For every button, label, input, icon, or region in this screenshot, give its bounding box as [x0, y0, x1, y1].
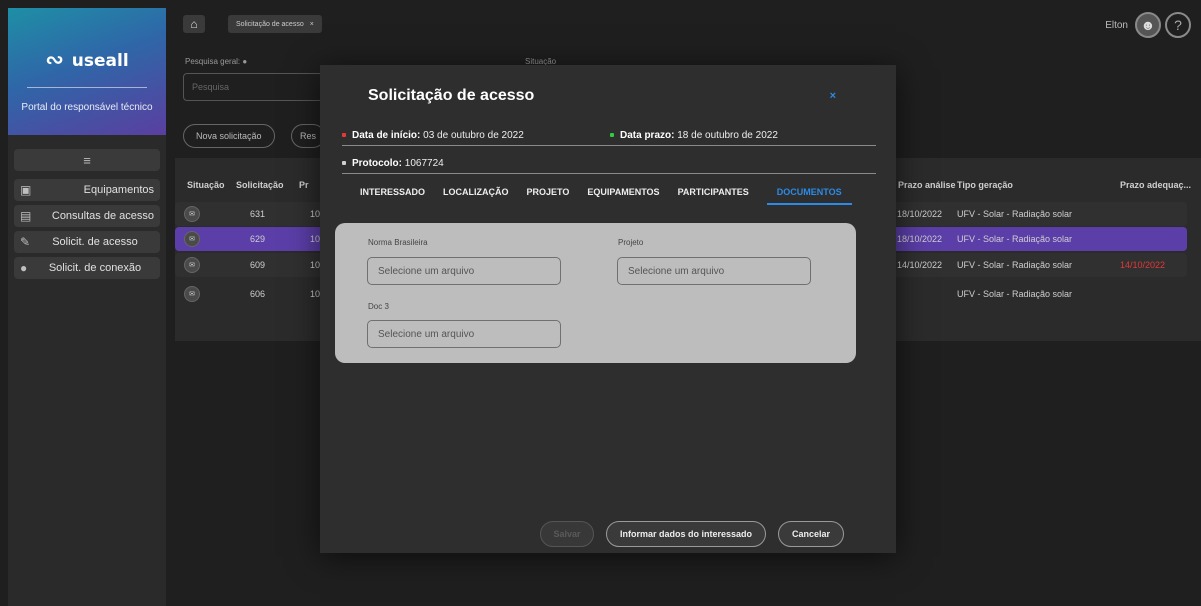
brand-subtitle: Portal do responsável técnico — [21, 102, 153, 113]
tab-participantes[interactable]: PARTICIPANTES — [678, 187, 749, 205]
protocol-label: Protocolo: — [352, 158, 402, 169]
search-label: Pesquisa geral: ● — [185, 57, 247, 66]
sidebar-item-consultas[interactable]: ▤ Consultas de acesso — [14, 205, 160, 227]
home-icon: ⌂ — [190, 17, 198, 31]
sidebar-item-equipamentos[interactable]: ▣ Equipamentos — [14, 179, 160, 201]
protocol-row: Protocolo: 1067724 — [342, 158, 876, 174]
file-input-projeto[interactable]: Selecione um arquivo — [617, 257, 811, 285]
new-request-button[interactable]: Nova solicitação — [183, 124, 275, 148]
cell-prazo-analise: 14/10/2022 — [897, 260, 943, 270]
cell-solicitacao: 609 — [250, 260, 266, 270]
boxes-icon: ▣ — [20, 183, 32, 197]
search-label-text: Pesquisa geral: — [185, 57, 241, 66]
tab-localizacao[interactable]: LOCALIZAÇÃO — [443, 187, 509, 205]
sidebar-item-label: Solicit. de conexão — [48, 262, 142, 274]
hamburger-icon: ≡ — [83, 152, 91, 168]
start-date-value: 03 de outubro de 2022 — [423, 130, 524, 141]
col-prazo-analise[interactable]: Prazo análise — [898, 180, 956, 190]
field-label-doc3: Doc 3 — [368, 302, 389, 311]
sidebar-item-solicit-acesso[interactable]: ✎ Solicit. de acesso — [14, 231, 160, 253]
sidebar-item-label: Equipamentos — [83, 184, 154, 196]
inform-interested-button[interactable]: Informar dados do interessado — [606, 521, 766, 547]
tab-solicitacao-acesso[interactable]: Solicitação de acesso × — [228, 15, 322, 33]
useall-logo-icon: ∾ — [45, 48, 64, 73]
lightbulb-icon: ● — [20, 261, 28, 275]
status-icon: ✉ — [184, 286, 200, 302]
protocol-dot — [342, 161, 346, 166]
cell-prazo-analise: 18/10/2022 — [897, 209, 943, 219]
cell-tipo: UFV - Solar - Radiação solar — [957, 234, 1073, 244]
modal-title: Solicitação de acesso — [368, 87, 535, 104]
help-icon: ? — [1174, 17, 1182, 33]
modal-tabs: INTERESSADO LOCALIZAÇÃO PROJETO EQUIPAME… — [360, 187, 852, 205]
start-dot — [342, 133, 346, 138]
status-icon: ✉ — [184, 206, 200, 222]
user-area: Elton ☻ ? — [1105, 12, 1191, 38]
avatar[interactable]: ☻ — [1135, 12, 1161, 38]
sidebar-item-solicit-conexao[interactable]: ● Solicit. de conexão — [14, 257, 160, 279]
brand-panel: ∾ useall Portal do responsável técnico — [8, 8, 166, 135]
cancel-button[interactable]: Cancelar — [778, 521, 844, 547]
cell-pr: 10 — [310, 234, 321, 244]
cell-prazo-adequacao: 14/10/2022 — [1120, 260, 1166, 270]
search-input[interactable]: Pesquisa — [183, 73, 323, 101]
tab-interessado[interactable]: INTERESSADO — [360, 187, 425, 205]
deadline-value: 18 de outubro de 2022 — [677, 130, 778, 141]
deadline-label: Data prazo: — [620, 130, 675, 141]
brand-divider — [27, 87, 147, 88]
cell-tipo: UFV - Solar - Radiação solar — [957, 260, 1073, 270]
cell-pr: 10 — [310, 260, 321, 270]
cell-pr: 10 — [310, 209, 321, 219]
status-icon: ✉ — [184, 257, 200, 273]
deadline-date: Data prazo: 18 de outubro de 2022 — [610, 130, 778, 141]
field-label-projeto: Projeto — [618, 238, 644, 247]
tab-close-icon[interactable]: × — [310, 21, 314, 28]
cell-prazo-analise: 18/10/2022 — [897, 234, 943, 244]
topbar: ⌂ Solicitação de acesso × Elton ☻ ? — [175, 0, 1201, 44]
dates-row: Data de início: 03 de outubro de 2022 Da… — [342, 130, 876, 146]
home-button[interactable]: ⌂ — [183, 15, 205, 33]
file-input-norma[interactable]: Selecione um arquivo — [367, 257, 561, 285]
sidebar: ∾ useall Portal do responsável técnico ≡… — [8, 8, 166, 606]
sidebar-item-label: Consultas de acesso — [51, 210, 154, 222]
status-icon: ✉ — [184, 231, 200, 247]
tab-projeto[interactable]: PROJETO — [527, 187, 570, 205]
col-prazo-adequacao[interactable]: Prazo adequaç... — [1120, 180, 1191, 190]
col-situacao[interactable]: Situação — [187, 180, 225, 190]
user-icon: ☻ — [1140, 17, 1156, 33]
field-label-norma: Norma Brasileira — [368, 238, 428, 247]
file-input-doc3[interactable]: Selecione um arquivo — [367, 320, 561, 348]
help-circle-icon: ● — [242, 57, 248, 66]
cell-pr: 10 — [310, 289, 321, 299]
menu-toggle-button[interactable]: ≡ — [14, 149, 160, 171]
tab-documentos[interactable]: DOCUMENTOS — [766, 187, 852, 205]
document-search-icon: ▤ — [20, 209, 32, 223]
close-icon[interactable]: × — [830, 90, 836, 102]
cell-tipo: UFV - Solar - Radiação solar — [957, 289, 1073, 299]
col-tipo-geracao[interactable]: Tipo geração — [957, 180, 1013, 190]
tab-equipamentos[interactable]: EQUIPAMENTOS — [587, 187, 659, 205]
col-pr[interactable]: Pr — [299, 180, 309, 190]
deadline-dot — [610, 133, 614, 138]
tab-label: Solicitação de acesso — [236, 20, 304, 28]
start-date: Data de início: 03 de outubro de 2022 — [342, 130, 524, 141]
access-request-modal: Solicitação de acesso × Data de início: … — [320, 65, 896, 553]
start-date-label: Data de início: — [352, 130, 421, 141]
sidebar-item-label: Solicit. de acesso — [52, 236, 138, 248]
cell-solicitacao: 606 — [250, 289, 266, 299]
help-button[interactable]: ? — [1165, 12, 1191, 38]
cell-solicitacao: 631 — [250, 209, 266, 219]
cell-tipo: UFV - Solar - Radiação solar — [957, 209, 1073, 219]
col-solicitacao[interactable]: Solicitação — [236, 180, 284, 190]
brand-logo: ∾ useall — [8, 48, 166, 73]
protocol-value: 1067724 — [404, 158, 444, 169]
documents-panel: Norma Brasileira Selecione um arquivo Pr… — [335, 223, 856, 363]
brand-name: useall — [71, 50, 129, 71]
document-edit-icon: ✎ — [20, 235, 31, 249]
user-name: Elton — [1105, 19, 1128, 31]
cell-solicitacao: 629 — [250, 234, 266, 244]
save-button[interactable]: Salvar — [540, 521, 594, 547]
